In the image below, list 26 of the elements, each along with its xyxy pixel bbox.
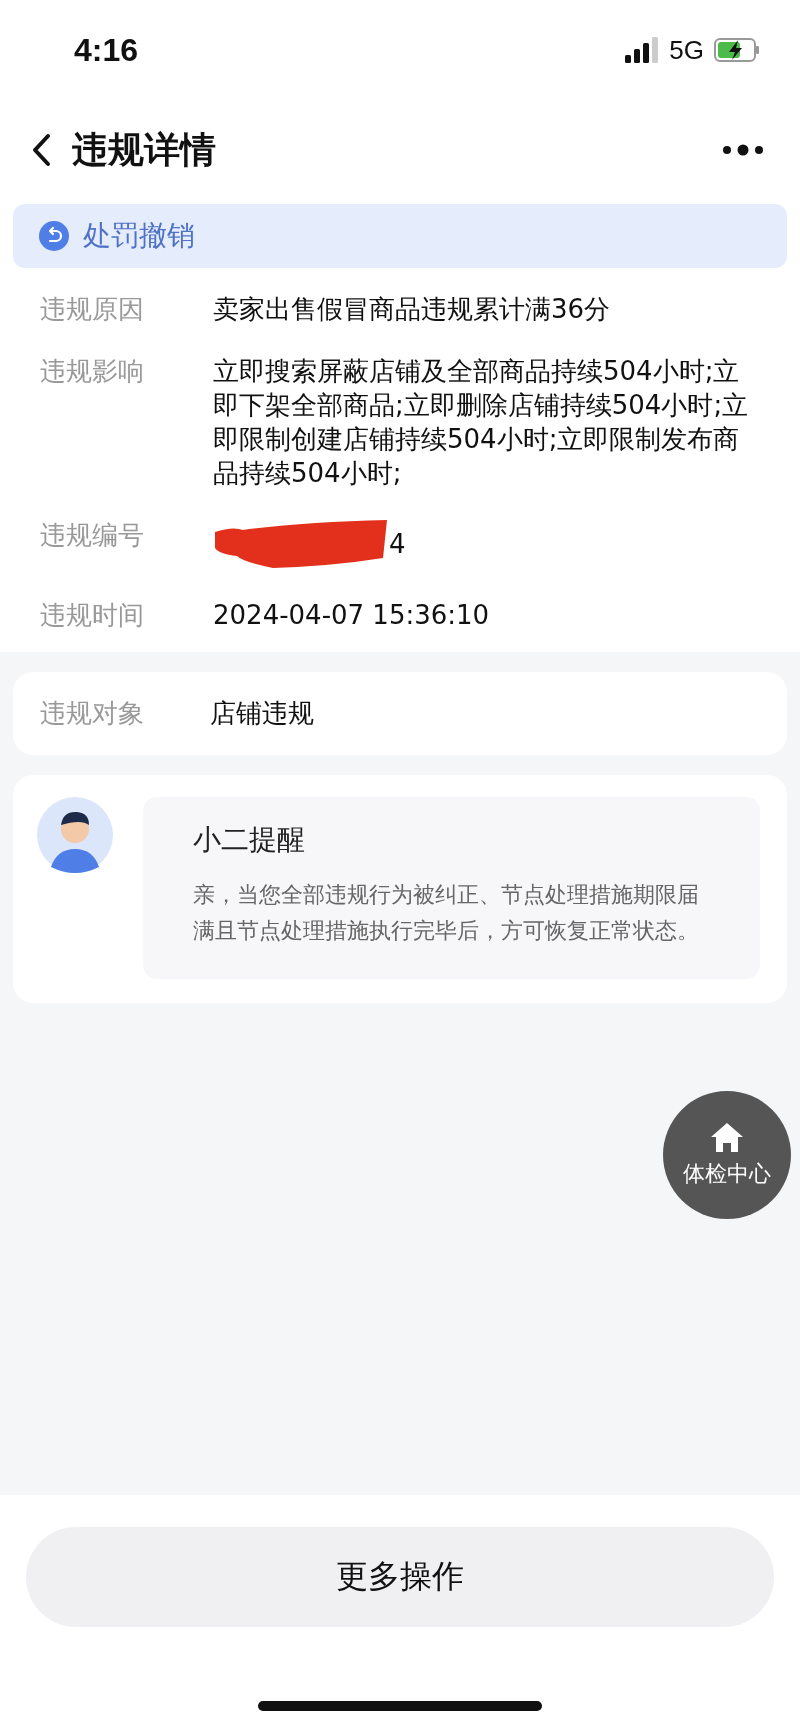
signal-icon xyxy=(625,37,660,63)
target-label: 违规对象 xyxy=(40,697,145,730)
detail-value: 立即搜索屏蔽店铺及全部商品持续504小时;立即下架全部商品;立即删除店铺持续504小时;立即限制创建店铺持续504小时;立即限制发布商品持续504小时; xyxy=(213,355,750,490)
detail-label: 违规编号 xyxy=(40,519,145,552)
detail-label: 违规时间 xyxy=(40,599,145,632)
home-icon xyxy=(710,1121,744,1153)
detail-value: 卖家出售假冒商品违规累计满36分 xyxy=(213,293,612,326)
reminder-text: 亲，当您全部违规行为被纠正、节点处理措施期限届满且节点处理措施执行完毕后，方可恢复正常状态。 xyxy=(193,881,700,945)
notice-banner[interactable]: 处罚撤销 xyxy=(13,204,787,268)
status-time: 4:16 xyxy=(74,31,139,69)
target-value: 店铺违规 xyxy=(210,697,315,730)
detail-label: 违规影响 xyxy=(40,355,145,388)
detail-value: 4 xyxy=(389,528,406,561)
checkup-center-button[interactable]: 体检中心 xyxy=(663,1091,791,1219)
notice-label: 处罚撤销 xyxy=(83,218,195,254)
reminder-title: 小二提醒 xyxy=(193,822,306,858)
more-icon[interactable] xyxy=(722,144,764,156)
page-title: 违规详情 xyxy=(72,127,217,172)
avatar-icon xyxy=(37,797,113,873)
battery-charging-icon xyxy=(714,38,760,62)
back-icon[interactable] xyxy=(30,133,52,167)
more-actions-button[interactable]: 更多操作 xyxy=(26,1527,774,1627)
detail-value: 2024-04-07 15:36:10 xyxy=(213,599,491,632)
detail-label: 违规原因 xyxy=(40,293,145,326)
undo-icon xyxy=(39,221,69,251)
network-label: 5G xyxy=(669,34,704,66)
